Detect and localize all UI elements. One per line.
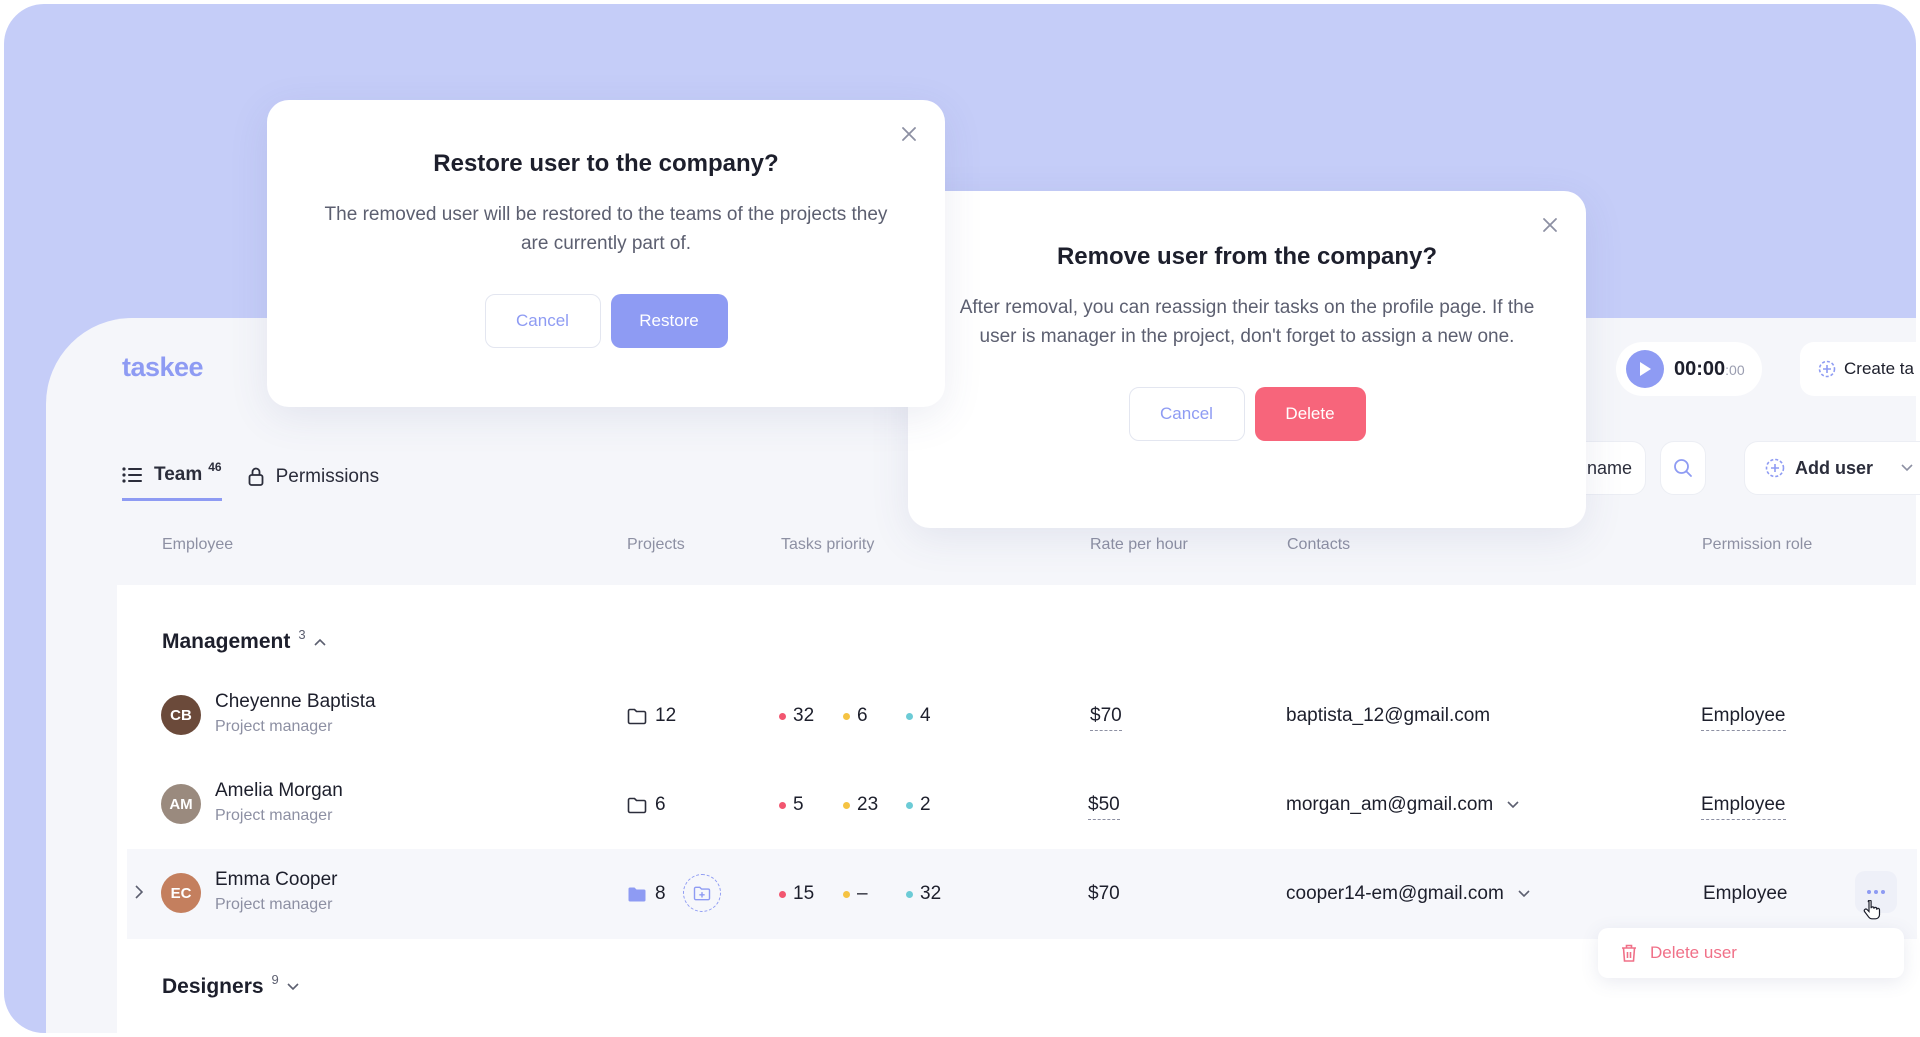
priority-low: 32 bbox=[906, 883, 941, 905]
permission-role[interactable]: Employee bbox=[1701, 794, 1786, 820]
priority-low: 2 bbox=[906, 794, 931, 816]
sort-by-name-label: name bbox=[1587, 457, 1633, 478]
chevron-down-icon[interactable] bbox=[287, 983, 299, 991]
chevron-down-icon[interactable] bbox=[1507, 801, 1519, 809]
rate-per-hour[interactable]: $70 bbox=[1088, 883, 1120, 905]
add-user-icon bbox=[1765, 458, 1785, 478]
folder-icon bbox=[627, 708, 647, 725]
chevron-down-icon[interactable] bbox=[1901, 464, 1913, 472]
group-count: 3 bbox=[298, 626, 306, 642]
employee-name[interactable]: Cheyenne Baptista bbox=[215, 691, 376, 713]
list-icon bbox=[122, 467, 142, 483]
cancel-button[interactable]: Cancel bbox=[484, 294, 601, 348]
delete-user-menu-item[interactable]: Delete user bbox=[1598, 928, 1904, 978]
table-row[interactable]: EC Emma Cooper Project manager 8 15 – 32… bbox=[127, 849, 1917, 939]
table-row[interactable]: AM Amelia Morgan Project manager 6 5 23 … bbox=[127, 760, 1917, 850]
group-management[interactable]: Management 3 bbox=[162, 626, 326, 654]
priority-low: 4 bbox=[906, 705, 931, 727]
column-header-contacts[interactable]: Contacts bbox=[1287, 536, 1350, 554]
modal-title: Restore user to the company? bbox=[433, 150, 779, 177]
column-header-employee[interactable]: Employee bbox=[162, 536, 233, 554]
modal-body: The removed user will be restored to the… bbox=[324, 204, 888, 254]
folder-filled-icon bbox=[627, 886, 647, 903]
employee-role: Project manager bbox=[215, 807, 333, 824]
priority-medium: – bbox=[843, 883, 868, 905]
chevron-down-icon[interactable] bbox=[1518, 890, 1530, 898]
delete-user-label: Delete user bbox=[1650, 943, 1737, 962]
avatar: CB bbox=[161, 695, 201, 735]
employee-role: Project manager bbox=[215, 718, 333, 735]
permission-role[interactable]: Employee bbox=[1701, 705, 1786, 731]
close-icon[interactable] bbox=[1538, 213, 1562, 237]
tab-permissions-label: Permissions bbox=[275, 465, 380, 487]
priority-medium: 6 bbox=[843, 705, 868, 727]
app-logo[interactable]: taskee bbox=[122, 352, 204, 383]
tab-team-label: Team bbox=[154, 464, 203, 485]
priority-medium: 23 bbox=[843, 794, 878, 816]
avatar: EC bbox=[161, 873, 201, 913]
column-header-rate[interactable]: Rate per hour bbox=[1090, 536, 1188, 554]
hand-cursor-icon bbox=[1863, 899, 1881, 927]
tab-team-count: 46 bbox=[208, 460, 222, 474]
modal-body: After removal, you can reassign their ta… bbox=[959, 297, 1535, 347]
contact-email[interactable]: morgan_am@gmail.com bbox=[1286, 794, 1519, 816]
table-row[interactable]: CB Cheyenne Baptista Project manager 12 … bbox=[127, 671, 1917, 761]
contact-email[interactable]: baptista_12@gmail.com bbox=[1286, 705, 1490, 727]
restore-user-modal: Restore user to the company? The removed… bbox=[267, 100, 945, 407]
add-user-button[interactable]: Add user bbox=[1744, 441, 1920, 495]
add-user-label: Add user bbox=[1795, 457, 1874, 478]
priority-high: 5 bbox=[779, 794, 804, 816]
projects-count[interactable]: 8 bbox=[627, 883, 666, 905]
search-icon bbox=[1673, 458, 1693, 478]
close-icon[interactable] bbox=[897, 122, 921, 146]
cancel-button[interactable]: Cancel bbox=[1128, 387, 1245, 441]
modal-title: Remove user from the company? bbox=[1056, 243, 1438, 270]
more-horizontal-icon bbox=[1866, 889, 1886, 895]
contact-email[interactable]: cooper14-em@gmail.com bbox=[1286, 883, 1530, 905]
priority-high: 32 bbox=[779, 705, 814, 727]
tab-permissions[interactable]: Permissions bbox=[248, 466, 379, 488]
add-circle-icon bbox=[1818, 360, 1836, 378]
time-tracker[interactable]: 00:00:00 bbox=[1616, 342, 1762, 396]
tab-team[interactable]: Team 46 bbox=[122, 460, 222, 501]
remove-user-modal: Remove user from the company? After remo… bbox=[908, 191, 1586, 528]
create-task-button[interactable]: Create ta bbox=[1800, 342, 1920, 396]
group-count: 9 bbox=[271, 971, 279, 987]
assign-project-button[interactable] bbox=[683, 874, 721, 912]
timer-value: 00:00:00 bbox=[1674, 357, 1745, 380]
column-header-projects[interactable]: Projects bbox=[627, 536, 685, 554]
column-header-permission-role[interactable]: Permission role bbox=[1702, 536, 1812, 554]
permission-role[interactable]: Employee bbox=[1703, 883, 1788, 905]
avatar: AM bbox=[161, 784, 201, 824]
projects-count[interactable]: 12 bbox=[627, 705, 676, 727]
column-header-tasks-priority[interactable]: Tasks priority bbox=[781, 536, 874, 554]
create-task-label: Create ta bbox=[1844, 359, 1914, 378]
employee-role: Project manager bbox=[215, 896, 333, 913]
priority-high: 15 bbox=[779, 883, 814, 905]
folder-icon bbox=[627, 797, 647, 814]
lock-icon bbox=[248, 467, 264, 486]
rate-per-hour[interactable]: $70 bbox=[1090, 705, 1122, 731]
projects-count[interactable]: 6 bbox=[627, 794, 666, 816]
trash-icon bbox=[1620, 943, 1638, 963]
employee-name[interactable]: Emma Cooper bbox=[215, 869, 338, 891]
tab-bar: Team 46 Permissions bbox=[122, 452, 379, 501]
group-designers[interactable]: Designers 9 bbox=[162, 971, 299, 999]
group-title: Designers bbox=[162, 975, 264, 998]
chevron-up-icon[interactable] bbox=[314, 638, 326, 646]
group-title: Management bbox=[162, 630, 291, 653]
restore-button[interactable]: Restore bbox=[610, 294, 728, 348]
folder-add-icon bbox=[693, 886, 711, 901]
delete-button[interactable]: Delete bbox=[1254, 387, 1366, 441]
chevron-right-icon[interactable] bbox=[135, 885, 143, 899]
employee-name[interactable]: Amelia Morgan bbox=[215, 780, 343, 802]
search-button[interactable] bbox=[1660, 441, 1706, 495]
rate-per-hour[interactable]: $50 bbox=[1088, 794, 1120, 820]
play-icon[interactable] bbox=[1626, 350, 1664, 388]
